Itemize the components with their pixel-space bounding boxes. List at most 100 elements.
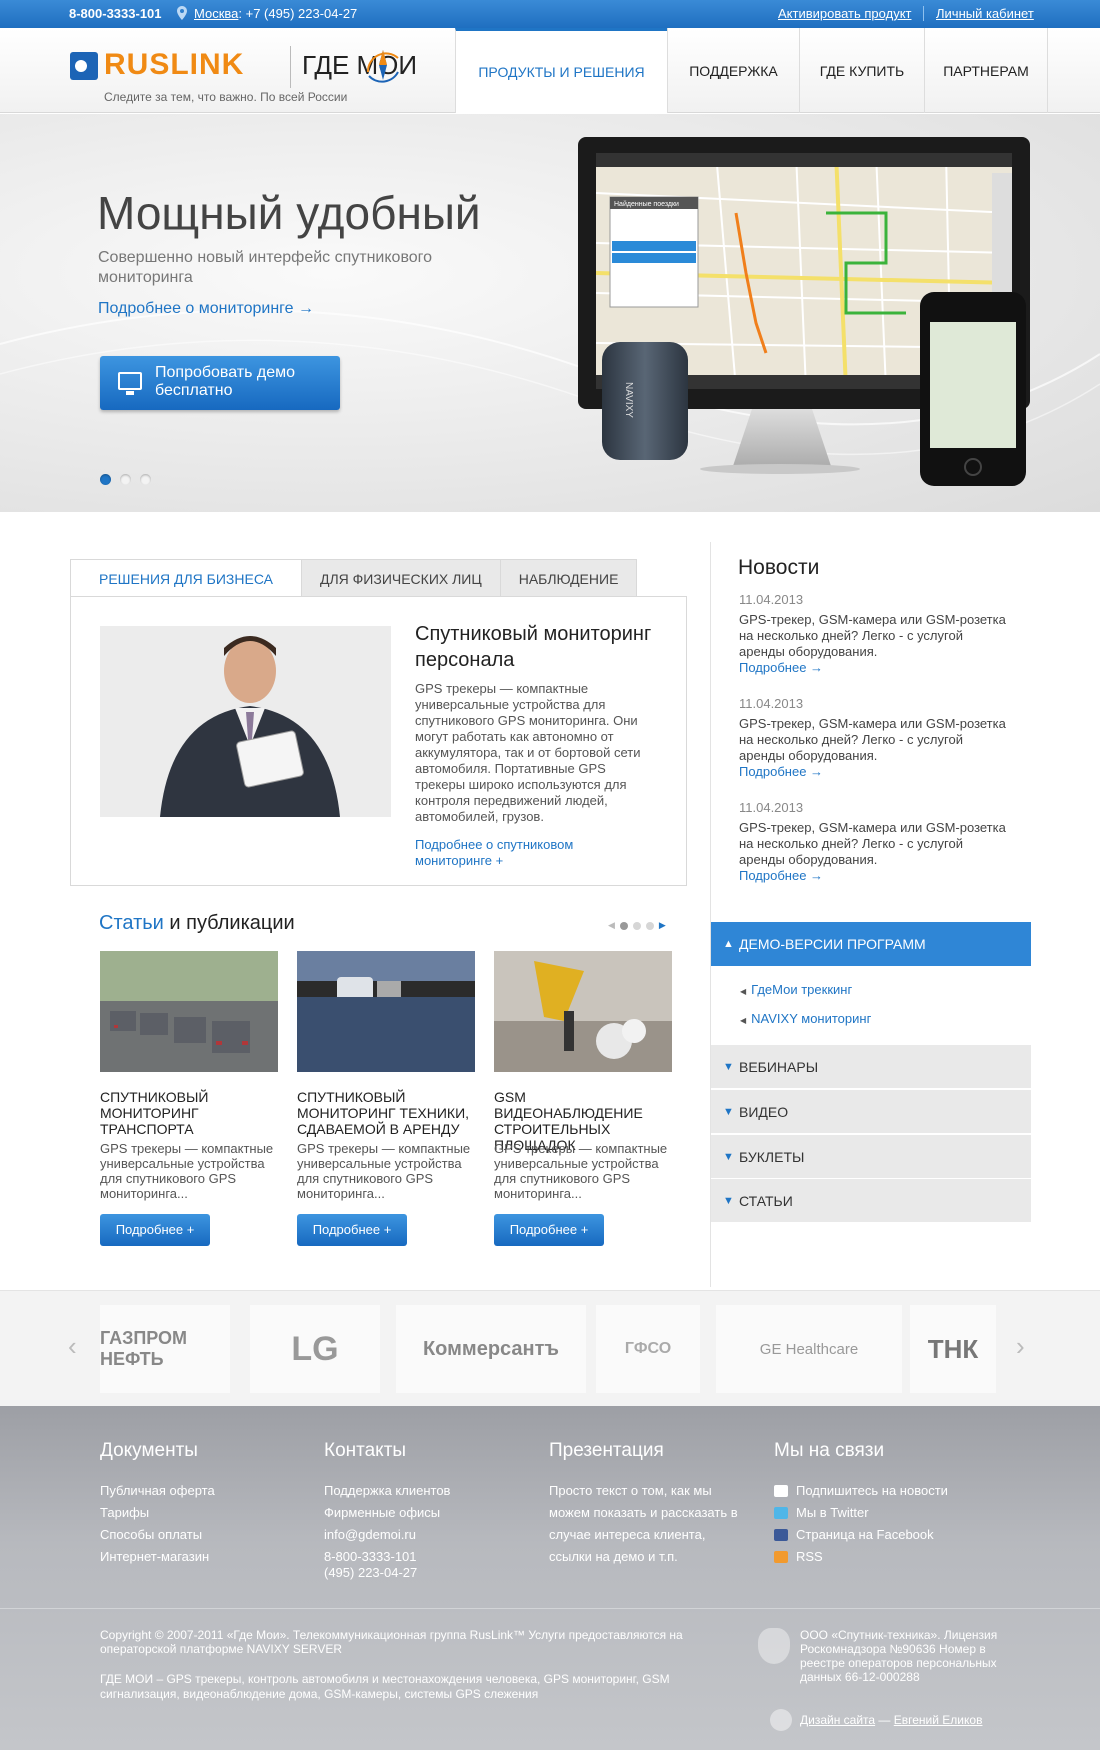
twitter-link[interactable]: Мы в Twitter — [774, 1502, 948, 1524]
main-nav: ПРОДУКТЫ И РЕШЕНИЯ ПОДДЕРЖКА ГДЕ КУПИТЬ … — [455, 28, 1048, 113]
belt-tracker-photo — [297, 951, 475, 1072]
partner-logo[interactable]: ГФСО — [596, 1305, 700, 1393]
slider-dots — [100, 474, 151, 485]
footer-social: Мы на связи Подпишитесь на новости Мы в … — [774, 1440, 948, 1568]
try-demo-button[interactable]: Попробовать демо бесплатно — [100, 356, 340, 410]
accordion-booklets[interactable]: ▼ БУКЛЕТЫ — [711, 1135, 1031, 1179]
next-arrow-icon[interactable]: ▶ — [659, 920, 666, 931]
footer-email[interactable]: info@gdemoi.ru — [324, 1524, 450, 1546]
footer-copyright: Copyright © 2007-2011 «Где Мои». Телеком… — [100, 1628, 683, 1656]
demo-gdemoi-link[interactable]: ◀ ГдеМои треккинг — [740, 982, 852, 997]
accordion-articles[interactable]: ▼ СТАТЬИ — [711, 1179, 1031, 1223]
tab-business[interactable]: РЕШЕНИЯ ДЛЯ БИЗНЕСА — [70, 559, 302, 597]
footer-design-credit: Дизайн сайта — Евгений Еликов — [770, 1709, 982, 1731]
partners-carousel: ‹ ГАЗПРОМ НЕФТЬ LG Коммерсантъ ГФСО GE H… — [0, 1290, 1100, 1406]
news-more-link[interactable]: Подробнее → — [739, 868, 823, 883]
news-title: Новости — [738, 556, 820, 579]
city-link[interactable]: Москва — [194, 6, 238, 21]
rss-icon — [774, 1551, 788, 1563]
article-card: GSM ВИДЕОНАБЛЮДЕНИЕ СТРОИТЕЛЬНЫХ ПЛОЩАДО… — [494, 951, 672, 1246]
divider — [923, 6, 924, 21]
footer-presentation-text: Просто текст о том, как мы можем показат… — [549, 1483, 738, 1564]
panel-more-link[interactable]: Подробнее о спутниковом мониторинге + — [415, 837, 615, 869]
footer-presentation: Презентация Просто текст о том, как мы м… — [549, 1440, 749, 1568]
partner-logo[interactable]: ГАЗПРОМ НЕФТЬ — [100, 1305, 230, 1393]
hero-more-link[interactable]: Подробнее о мониторинге → — [98, 300, 314, 318]
panel-text: GPS трекеры — компактные универсальные у… — [415, 681, 641, 824]
news-date: 11.04.2013 — [739, 696, 804, 711]
news-date: 11.04.2013 — [739, 800, 804, 815]
mail-icon — [774, 1485, 788, 1497]
rss-link[interactable]: RSS — [774, 1546, 948, 1568]
tab-surveillance[interactable]: НАБЛЮДЕНИЕ — [500, 559, 638, 597]
accordion-video[interactable]: ▼ ВИДЕО — [711, 1090, 1031, 1134]
footer-presentation-title: Презентация — [549, 1440, 664, 1461]
facebook-icon — [774, 1529, 788, 1541]
carousel-dot[interactable] — [645, 921, 654, 930]
partner-logo[interactable]: LG — [250, 1305, 380, 1393]
slider-dot[interactable] — [120, 474, 131, 485]
demo-navixy-link[interactable]: ◀ NAVIXY мониторинг — [740, 1011, 871, 1026]
partners-prev-arrow-icon[interactable]: ‹ — [68, 1331, 77, 1362]
nav-support[interactable]: ПОДДЕРЖКА — [667, 28, 799, 113]
partners-next-arrow-icon[interactable]: › — [1016, 1331, 1025, 1362]
belt-illustration — [297, 951, 475, 1072]
slider-dot[interactable] — [100, 474, 111, 485]
activate-product-link[interactable]: Активировать продукт — [778, 6, 911, 21]
news-text: GPS-трекер, GSM-камера или GSM-розетка н… — [739, 820, 1006, 867]
article-more-button[interactable]: Подробнее + — [297, 1214, 407, 1246]
footer-link[interactable]: Фирменные офисы — [324, 1502, 450, 1524]
article-more-button[interactable]: Подробнее + — [100, 1214, 210, 1246]
slider-dot[interactable] — [140, 474, 151, 485]
design-link[interactable]: Дизайн сайта — [800, 1713, 875, 1727]
coat-of-arms-icon — [758, 1628, 790, 1664]
chevron-down-icon: ▼ — [723, 1151, 734, 1163]
logo-divider — [290, 46, 291, 88]
site-footer: Документы Публичная оферта Тарифы Способ… — [0, 1406, 1100, 1750]
accordion-demo-header[interactable]: ▲ ДЕМО-ВЕРСИИ ПРОГРАММ — [711, 922, 1031, 966]
footer-docs-title: Документы — [100, 1440, 198, 1461]
news-item: 11.04.2013 GPS-трекер, GSM-камера или GS… — [739, 592, 1009, 676]
ruslink-logo-icon[interactable] — [70, 52, 98, 80]
footer-link[interactable]: Интернет-магазин — [100, 1546, 215, 1568]
subscribe-link[interactable]: Подпишитесь на новости — [774, 1480, 948, 1502]
compass-icon — [366, 50, 399, 83]
smartphone-image — [920, 292, 1026, 486]
designer-logo-icon — [770, 1709, 792, 1731]
phone-home-button — [964, 458, 982, 476]
personal-cabinet-link[interactable]: Личный кабинет — [936, 6, 1034, 21]
news-more-link[interactable]: Подробнее → — [739, 660, 823, 675]
footer-link[interactable]: Способы оплаты — [100, 1524, 215, 1546]
city-phone: Москва: +7 (495) 223-04-27 — [194, 6, 358, 21]
ruslink-logo[interactable]: RUSLINK — [104, 48, 244, 82]
footer-link[interactable]: Тарифы — [100, 1502, 215, 1524]
tab-individuals[interactable]: ДЛЯ ФИЗИЧЕСКИХ ЛИЦ — [301, 559, 501, 597]
nav-partners[interactable]: ПАРТНЕРАМ — [924, 28, 1048, 113]
partner-logo[interactable]: ТНК — [910, 1305, 996, 1393]
article-title: GSM ВИДЕОНАБЛЮДЕНИЕ СТРОИТЕЛЬНЫХ ПЛОЩАДО… — [494, 1089, 643, 1153]
article-more-button[interactable]: Подробнее + — [494, 1214, 604, 1246]
news-item: 11.04.2013 GPS-трекер, GSM-камера или GS… — [739, 800, 1009, 884]
carousel-dot[interactable] — [632, 921, 641, 930]
partner-logo[interactable]: GE Healthcare — [716, 1305, 902, 1393]
screen-panel-title: Найденные поездки — [614, 200, 679, 208]
monitor-base — [700, 464, 860, 474]
footer-seo-text: ГДЕ МОИ – GPS трекеры, контроль автомоби… — [100, 1672, 670, 1701]
accordion-webinars[interactable]: ▼ ВЕБИНАРЫ — [711, 1045, 1031, 1089]
prev-arrow-icon[interactable]: ◀ — [608, 920, 615, 931]
article-card: СПУТНИКОВЫЙ МОНИТОРИНГ ТЕХНИКИ, СДАВАЕМО… — [297, 951, 475, 1246]
footer-link[interactable]: Поддержка клиентов — [324, 1480, 450, 1502]
gps-tracker-image: NAVIXY — [602, 342, 688, 460]
triangle-left-icon: ◀ — [740, 1016, 747, 1025]
designer-link[interactable]: Евгений Еликов — [894, 1713, 983, 1727]
article-desc: GPS трекеры — компактные универсальные у… — [100, 1141, 274, 1201]
top-bar: 8-800-3333-101 Москва: +7 (495) 223-04-2… — [0, 0, 1100, 28]
facebook-link[interactable]: Страница на Facebook — [774, 1524, 948, 1546]
nav-where-to-buy[interactable]: ГДЕ КУПИТЬ — [799, 28, 924, 113]
partner-logo[interactable]: Коммерсантъ — [396, 1305, 586, 1393]
carousel-dot[interactable] — [619, 921, 628, 930]
news-more-link[interactable]: Подробнее → — [739, 764, 823, 779]
footer-link[interactable]: Публичная оферта — [100, 1480, 215, 1502]
tagline: Следите за тем, что важно. По всей Росси… — [104, 90, 348, 104]
nav-products[interactable]: ПРОДУКТЫ И РЕШЕНИЯ — [455, 28, 667, 113]
